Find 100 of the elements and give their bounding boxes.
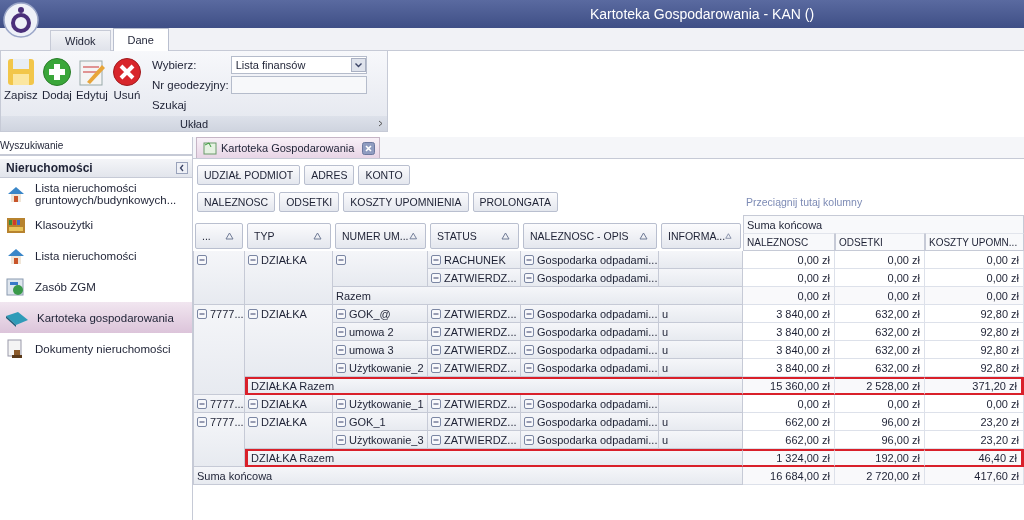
column-header: KOSZTY UPOMN...: [925, 233, 1024, 251]
sort-icon: [313, 232, 322, 240]
delete-icon: [111, 57, 142, 87]
close-icon[interactable]: [362, 141, 375, 155]
item-label: Dokumenty nieruchomości: [35, 342, 172, 355]
collapse-icon[interactable]: [431, 255, 441, 265]
collapse-icon[interactable]: [197, 255, 207, 265]
item-label: Lista nieruchomości: [35, 249, 138, 262]
filter-field-button[interactable]: ADRES: [304, 165, 355, 185]
collapse-icon[interactable]: [197, 309, 207, 319]
cell-label: RACHUNEK: [444, 254, 506, 266]
collapse-icon[interactable]: [248, 399, 258, 409]
cell-label: Gospodarka odpadami...: [537, 326, 658, 338]
collapse-icon[interactable]: [524, 435, 534, 445]
collapse-icon[interactable]: [336, 255, 346, 265]
collapse-icon[interactable]: [248, 255, 258, 265]
collapse-icon[interactable]: [524, 363, 534, 373]
collapse-icon[interactable]: [431, 417, 441, 427]
value-cell: 2 720,00 zł: [835, 467, 925, 485]
collapse-icon[interactable]: [524, 417, 534, 427]
field-header-button[interactable]: NUMER UM...: [335, 223, 426, 249]
chevron-icon[interactable]: [378, 120, 383, 127]
cell-label: GOK_1: [349, 416, 386, 428]
cell-label: ZATWIERDZ...: [444, 326, 517, 338]
collapse-icon[interactable]: [431, 309, 441, 319]
group-label: Układ: [179, 117, 209, 130]
collapse-icon[interactable]: [197, 417, 207, 427]
cell-label: 7777...: [210, 308, 244, 320]
collapse-icon[interactable]: [431, 363, 441, 373]
field-header-button[interactable]: NALEZNOSC - OPIS: [523, 223, 657, 249]
collapse-icon[interactable]: [176, 162, 188, 174]
data-field-button[interactable]: ODSETKI: [279, 192, 340, 212]
cell-label: Użytkowanie_3: [349, 434, 424, 446]
collapse-icon[interactable]: [524, 273, 534, 283]
sort-icon: [501, 232, 510, 240]
ribbon-button[interactable]: Zapisz: [4, 57, 38, 116]
value-cell: 0,00 zł: [835, 251, 925, 269]
search-label[interactable]: Szukaj: [151, 99, 229, 111]
field-header-button[interactable]: STATUS: [430, 223, 519, 249]
value-cell: 632,00 zł: [835, 323, 925, 341]
value-cell: 3 840,00 zł: [743, 305, 835, 323]
value-cell: 662,00 zł: [743, 431, 835, 449]
cell-label: u: [662, 362, 669, 374]
sidebar-item[interactable]: Zasób ZGM: [0, 271, 192, 302]
ribbon-tab[interactable]: Dane: [112, 28, 169, 51]
collapse-icon[interactable]: [248, 309, 258, 319]
sort-icon: [408, 232, 417, 240]
sidebar-item[interactable]: Lista nieruchomości: [0, 240, 192, 271]
sidebar-item[interactable]: Kartoteka gospodarowania: [0, 302, 192, 333]
sidebar-item[interactable]: Dokumenty nieruchomości: [0, 333, 192, 364]
cell-label: ZATWIERDZ...: [444, 308, 517, 320]
collapse-icon[interactable]: [431, 273, 441, 283]
value-cell: 96,00 zł: [835, 413, 925, 431]
collapse-icon[interactable]: [524, 345, 534, 355]
value-cell: 23,20 zł: [925, 431, 1024, 449]
cell-label: DZIAŁKA: [261, 416, 307, 428]
collapse-icon[interactable]: [524, 399, 534, 409]
ribbon-button[interactable]: Edytuj: [75, 57, 108, 116]
data-field-button[interactable]: NALEZNOSC: [197, 192, 276, 212]
data-field-button[interactable]: KOSZTY UPOMNIENIA: [343, 192, 469, 212]
collapse-icon[interactable]: [336, 309, 346, 319]
field-header-button[interactable]: TYP: [247, 223, 331, 249]
collapse-icon[interactable]: [336, 435, 346, 445]
collapse-icon[interactable]: [524, 327, 534, 337]
select-field[interactable]: Lista finansów: [230, 56, 367, 74]
collapse-icon[interactable]: [431, 327, 441, 337]
value-cell: 0,00 zł: [835, 395, 925, 413]
ribbon-button[interactable]: Usuń: [111, 57, 142, 116]
collapse-icon[interactable]: [524, 255, 534, 265]
field-header-button[interactable]: ...: [195, 223, 243, 249]
sort-icon: [639, 232, 648, 240]
document-tab[interactable]: Kartoteka Gospodarowania: [196, 137, 380, 158]
sidebar-item[interactable]: Klasoużytki: [0, 209, 192, 240]
sidebar-item[interactable]: Lista nieruchomości gruntowych/budynkowych...: [0, 178, 192, 209]
value-cell: 16 684,00 zł: [743, 467, 835, 485]
collapse-icon[interactable]: [431, 399, 441, 409]
cell-label: u: [662, 416, 669, 428]
collapse-icon[interactable]: [431, 435, 441, 445]
ribbon-tab[interactable]: Widok: [50, 30, 111, 51]
collapse-icon[interactable]: [524, 309, 534, 319]
collapse-icon[interactable]: [197, 399, 207, 409]
filter-field-button[interactable]: KONTO: [358, 165, 410, 185]
filter-field-button[interactable]: UDZIAŁ PODMIOT: [197, 165, 301, 185]
value-cell: 417,60 zł: [925, 467, 1024, 485]
field-header-button[interactable]: INFORMA...: [661, 223, 741, 249]
cell-label: 7777...: [210, 398, 244, 410]
value-cell: 92,80 zł: [925, 305, 1024, 323]
dropdown-icon[interactable]: [350, 58, 366, 72]
input-field[interactable]: [230, 76, 367, 94]
collapse-icon[interactable]: [336, 345, 346, 355]
cell-label: ZATWIERDZ...: [444, 416, 517, 428]
collapse-icon[interactable]: [336, 399, 346, 409]
value-cell: 632,00 zł: [835, 341, 925, 359]
collapse-icon[interactable]: [248, 417, 258, 427]
collapse-icon[interactable]: [336, 363, 346, 373]
data-field-button[interactable]: PROLONGATA: [472, 192, 558, 212]
collapse-icon[interactable]: [336, 417, 346, 427]
collapse-icon[interactable]: [431, 345, 441, 355]
collapse-icon[interactable]: [336, 327, 346, 337]
ribbon-button[interactable]: Dodaj: [41, 57, 72, 116]
